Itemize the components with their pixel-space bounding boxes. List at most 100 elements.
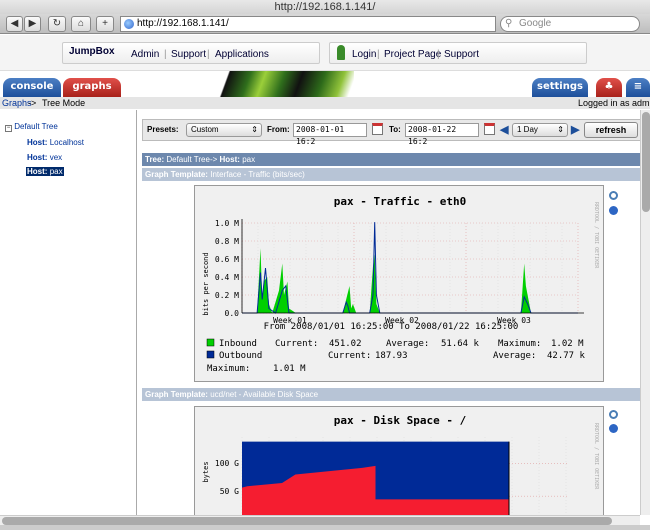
- host-prefix: Host:: [27, 153, 48, 162]
- link-support[interactable]: Support: [171, 49, 206, 60]
- tree-item-label[interactable]: pax: [50, 167, 63, 176]
- tab-graphs[interactable]: graphs: [63, 78, 121, 97]
- disk-space-graph-svg: pax - Disk Space - / bytes RRDTOOL / TOB…: [202, 414, 599, 515]
- cactus-icon: [337, 45, 345, 60]
- to-input[interactable]: 2008-01-22 16:2: [405, 123, 479, 146]
- outbound-maximum: 1.01 M: [273, 364, 306, 374]
- forward-button[interactable]: ▶: [24, 16, 41, 32]
- refresh-button[interactable]: refresh: [584, 122, 638, 138]
- legend-average-label: Average:: [386, 339, 429, 349]
- tab-settings[interactable]: settings: [532, 78, 588, 97]
- link-separator: |: [377, 49, 380, 60]
- url-text: http://192.168.1.141/: [137, 18, 229, 29]
- rrdtool-label: RRDTOOL / TOBI OETIKER: [593, 423, 599, 490]
- template-name: ucd/net - Available Disk Space: [210, 390, 319, 399]
- link-login[interactable]: Login: [352, 49, 376, 60]
- traffic-graph[interactable]: pax - Traffic - eth0 bits per second RRD…: [194, 185, 604, 382]
- template-name: Interface - Traffic (bits/sec): [210, 170, 305, 179]
- vertical-scrollbar[interactable]: [640, 110, 650, 515]
- link-admin[interactable]: Admin: [131, 49, 159, 60]
- jumpbox-bar: JumpBox Admin | Support | Applications L…: [0, 35, 650, 71]
- link-separator: |: [437, 49, 440, 60]
- link-project-page[interactable]: Project Page: [384, 49, 441, 60]
- presets-label: Presets:: [147, 125, 179, 134]
- timespan-bar: Presets: Custom ⇕ From: 2008-01-01 16:2 …: [142, 119, 640, 146]
- y-tick-label: 0.6 M: [215, 255, 239, 264]
- host-prefix: Host:: [27, 138, 48, 147]
- y-tick-50g: 50 G: [220, 487, 239, 496]
- inbound-current: 451.02: [329, 339, 362, 349]
- y-tick-label: 0.8 M: [215, 237, 239, 246]
- legend-maximum-label: Maximum:: [498, 339, 541, 349]
- zoom-icon[interactable]: [609, 191, 618, 200]
- search-input[interactable]: ⚲ Google: [500, 16, 640, 32]
- outbound-current: 187.93: [375, 351, 408, 361]
- y-axis-label: bits per second: [202, 252, 210, 315]
- chevron-down-icon: ⇕: [557, 125, 564, 134]
- presets-value: Custom: [191, 125, 219, 134]
- cactus-banner: [214, 71, 354, 97]
- jumpbox-logo: JumpBox: [69, 46, 115, 57]
- list-view-icon[interactable]: ≡: [626, 78, 650, 97]
- presets-select[interactable]: Custom ⇕: [186, 123, 262, 137]
- tab-console[interactable]: console: [3, 78, 61, 97]
- tree-label: Tree:: [145, 155, 165, 164]
- tree-item-vex[interactable]: Host: vex: [27, 153, 62, 162]
- legend-current-label: Current:: [328, 351, 371, 361]
- rrdtool-label: RRDTOOL / TOBI OETIKER: [593, 202, 599, 269]
- graph-template-header: Graph Template: Interface - Traffic (bit…: [142, 168, 640, 181]
- zoom-icon[interactable]: [609, 410, 618, 419]
- calendar-icon[interactable]: [484, 123, 495, 135]
- tree-item-label[interactable]: vex: [50, 153, 62, 162]
- link-applications[interactable]: Applications: [215, 49, 269, 60]
- y-tick-label: 1.0 M: [215, 219, 239, 228]
- disk-space-graph[interactable]: pax - Disk Space - / bytes RRDTOOL / TOB…: [194, 406, 604, 515]
- tree-root[interactable]: − Default Tree: [5, 122, 58, 132]
- reload-button[interactable]: ↻: [48, 16, 66, 32]
- jumpbox-left-box: JumpBox Admin | Support | Applications: [62, 42, 320, 64]
- browser-toolbar: ◀ ▶ ↻ ⌂ + http://192.168.1.141/ ⚲ Google: [0, 14, 650, 34]
- shift-left-icon[interactable]: ◀: [500, 123, 508, 136]
- template-label: Graph Template:: [145, 170, 208, 179]
- window-title: http://192.168.1.141/: [0, 0, 650, 14]
- info-icon[interactable]: [609, 206, 618, 215]
- logged-in-text: Logged in as adm: [578, 98, 650, 108]
- breadcrumb: Graphs -> Tree Mode Logged in as adm: [0, 97, 650, 109]
- horizontal-scrollbar[interactable]: [0, 515, 640, 525]
- tree-view-icon[interactable]: ♣: [596, 78, 622, 97]
- y-tick-label: 0.4 M: [215, 273, 239, 282]
- y-axis-label: bytes: [202, 461, 210, 482]
- link-separator: |: [207, 49, 210, 60]
- globe-icon: [124, 19, 134, 29]
- link-support-right[interactable]: Support: [444, 49, 479, 60]
- from-label: From:: [267, 125, 290, 134]
- breadcrumb-current: Tree Mode: [42, 98, 86, 108]
- collapse-icon[interactable]: −: [5, 125, 12, 132]
- back-button[interactable]: ◀: [6, 16, 23, 32]
- to-label: To:: [389, 125, 401, 134]
- y-tick-label: 0.2 M: [215, 291, 239, 300]
- legend-outbound-label: Outbound: [219, 351, 262, 361]
- y-tick-label: 0.0: [225, 309, 240, 318]
- shift-right-icon[interactable]: ▶: [571, 123, 579, 136]
- tree-item-pax[interactable]: Host: pax: [26, 167, 64, 176]
- search-icon: ⚲: [505, 18, 513, 29]
- add-bookmark-button[interactable]: +: [96, 16, 114, 32]
- tree-item-localhost[interactable]: Host: Localhost: [27, 138, 84, 147]
- tree-root-label[interactable]: Default Tree: [14, 122, 58, 131]
- info-icon[interactable]: [609, 424, 618, 433]
- scroll-thumb[interactable]: [2, 517, 612, 525]
- interval-value: 1 Day: [517, 125, 538, 134]
- tree-header: Tree: Default Tree-> Host: pax: [142, 153, 640, 166]
- interval-select[interactable]: 1 Day ⇕: [512, 123, 568, 137]
- from-input[interactable]: 2008-01-01 16:2: [293, 123, 367, 146]
- url-input[interactable]: http://192.168.1.141/: [120, 16, 496, 32]
- chevron-down-icon: ⇕: [251, 125, 258, 134]
- tree-item-label[interactable]: Localhost: [50, 138, 84, 147]
- calendar-icon[interactable]: [372, 123, 383, 135]
- bookmark-icon[interactable]: ⌂: [71, 16, 91, 32]
- scroll-thumb[interactable]: [642, 112, 650, 212]
- search-placeholder: Google: [519, 18, 552, 29]
- status-bar: [0, 525, 650, 530]
- series-group: [242, 441, 510, 515]
